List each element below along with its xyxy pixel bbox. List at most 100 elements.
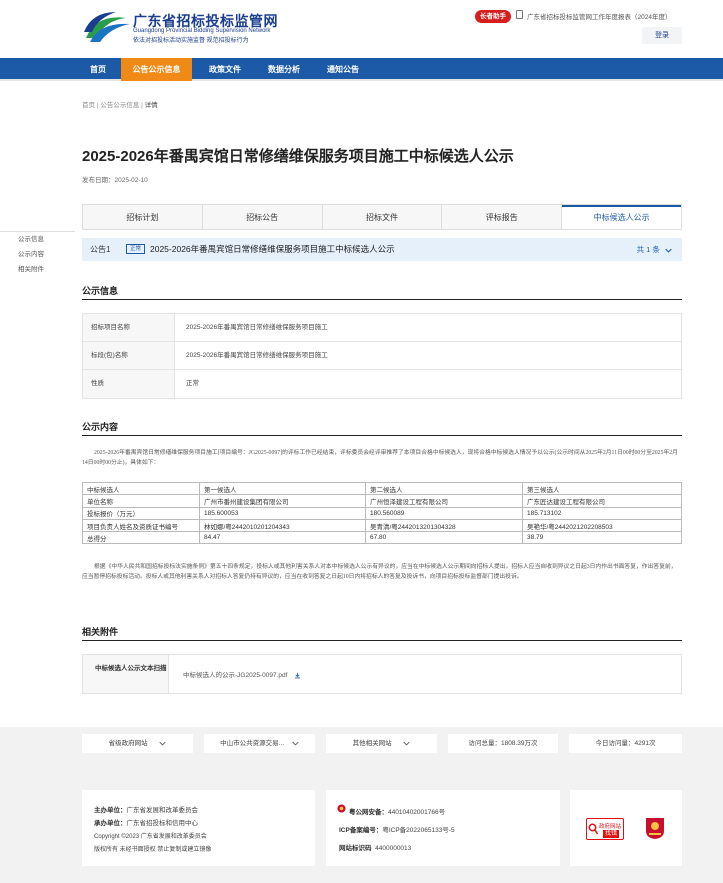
table-cell: 项目负责人姓名及资质证书编号	[82, 518, 200, 533]
tab-evaluation-report[interactable]: 评标报告	[442, 205, 563, 229]
icp-line[interactable]: ICP备案编号：粤ICP备2022065133号-5	[339, 824, 455, 834]
site-id-label: 网站标识码	[339, 845, 372, 852]
nav-item-announcements[interactable]: 公告公示信息	[121, 58, 192, 81]
section-anchor-nav: 公示信息 公示内容 相关附件	[0, 231, 75, 277]
table-cell: 广东匠达建设工程有限公司	[522, 494, 682, 508]
table-cell: 185.600053	[199, 506, 366, 520]
table-cell: 67.80	[365, 531, 523, 545]
download-icon[interactable]	[294, 672, 301, 679]
table-row: 标段(包)名称 2025-2026年番禺宾馆日常修缮维保服务项目施工	[83, 342, 681, 370]
content-intro-paragraph: 2025-2026年番禺宾馆日常修缮维保服务项目施工[项目编号：JG2025-0…	[82, 450, 678, 466]
copyright: Copyright ©2023 广东省发展和改革委员会	[94, 834, 207, 840]
table-row: 招标项目名称 2025-2026年番禺宾馆日常修缮维保服务项目施工	[83, 314, 681, 342]
police-value: 44010402001766号	[388, 809, 446, 816]
breadcrumb-home[interactable]: 首页	[82, 102, 95, 109]
other-sites-select[interactable]: 其他相关网站	[326, 734, 437, 753]
table-header-cell: 第三候选人	[522, 481, 682, 496]
police-label: 粤公网安备：	[349, 809, 388, 816]
breadcrumb-current: 详情	[144, 102, 158, 109]
footer-badges-box: 政府网站 找错	[570, 790, 682, 866]
bulletin-selector[interactable]: 公告1 正常 2025-2026年番禺宾馆日常修缮维保服务项目施工中标候选人公示…	[82, 238, 682, 261]
section-title-attachments: 相关附件	[82, 627, 119, 637]
site-logo-icon[interactable]	[82, 8, 132, 48]
gov-badge-label-2: 找错	[603, 830, 620, 838]
info-value: 正常	[186, 380, 199, 387]
table-header-cell: 第一候选人	[199, 481, 366, 496]
status-badge: 正常	[126, 244, 146, 254]
chevron-down-icon	[403, 741, 411, 746]
table-row: 项目负责人姓名及资质证书编号 林如娜/粤2442010201204343 吴青清…	[82, 518, 682, 533]
police-line[interactable]: 粤公网安备：44010402001766号	[349, 806, 445, 816]
table-row: 投标报价（万元） 185.600053 180.560089 185.71310…	[82, 506, 682, 520]
police-emblem-icon	[337, 804, 346, 813]
table-cell: 投标报价（万元）	[82, 506, 200, 520]
table-cell: 180.560089	[365, 506, 523, 520]
tab-bidding-plan[interactable]: 招标计划	[83, 205, 203, 229]
section-divider	[82, 435, 682, 436]
publish-date: 发布日期：2025-02-10	[82, 177, 148, 184]
today-visits: 今日访问量：4291次	[569, 734, 682, 753]
total-visits: 访问总量：1808.39万次	[448, 734, 558, 753]
main-nav: 首页 公告公示信息 政策文件 数据分析 通知公告	[0, 58, 723, 81]
bulletin-count[interactable]: 共 1 条	[637, 238, 672, 261]
attachment-row: 中标候选人公示文本扫描 中标候选人的公示-JG2025-0097.pdf	[82, 654, 682, 694]
tab-candidate-publicity[interactable]: 中标候选人公示	[562, 205, 681, 229]
chevron-down-icon	[159, 741, 167, 746]
nav-item-analysis[interactable]: 数据分析	[258, 58, 310, 81]
tab-bidding-documents[interactable]: 招标文件	[323, 205, 443, 229]
host-value: 广东省发展和改革委员会	[126, 807, 199, 814]
table-cell: 吴艳华/粤2442021202208503	[522, 518, 682, 533]
info-label: 性质	[83, 370, 175, 398]
site-id-line: 网站标识码 4400000013	[339, 842, 411, 852]
host-label: 主办单位：	[94, 807, 127, 814]
table-cell: 林如娜/粤2442010201204343	[199, 518, 366, 533]
nav-item-notices[interactable]: 通知公告	[317, 58, 369, 81]
table-cell: 84.47	[199, 531, 366, 545]
page-title: 2025-2026年番禺宾馆日常修缮维保服务项目施工中标候选人公示	[82, 148, 514, 165]
provincial-sites-select[interactable]: 省级政府网站	[82, 734, 193, 753]
info-label: 招标项目名称	[83, 314, 175, 341]
table-header-row: 中标候选人 第一候选人 第二候选人 第三候选人	[82, 481, 682, 496]
nav-item-home[interactable]: 首页	[82, 58, 114, 81]
breadcrumb: 首页 | 公告公示信息 | 详情	[82, 99, 158, 109]
section-title-content: 公示内容	[82, 422, 119, 432]
table-cell: 38.79	[522, 531, 682, 545]
party-emblem-icon[interactable]	[644, 816, 666, 840]
select-label: 中山市公共资源交易...	[220, 740, 285, 747]
attachment-file-name: 中标候选人的公示-JG2025-0097.pdf	[183, 672, 288, 679]
attachment-file-link[interactable]: 中标候选人的公示-JG2025-0097.pdf	[183, 669, 301, 679]
table-cell: 吴青清/粤2442013201304328	[365, 518, 523, 533]
table-cell: 广州市番州建设集团有限公司	[199, 494, 366, 508]
table-header-cell: 中标候选人	[82, 481, 200, 496]
breadcrumb-announcements[interactable]: 公告公示信息	[100, 102, 139, 109]
stage-tabs: 招标计划 招标公告 招标文件 评标报告 中标候选人公示	[82, 204, 682, 230]
nav-item-policy[interactable]: 政策文件	[199, 58, 251, 81]
content-legal-paragraph: 根据《中华人民共和国招标投标法实施条例》第五十四条规定，投标人或其他利害关系人对…	[82, 564, 677, 580]
login-button[interactable]: 登录	[642, 27, 682, 44]
bulletin-number: 公告1	[90, 245, 111, 254]
city-sites-select[interactable]: 中山市公共资源交易...	[204, 734, 315, 753]
site-header: 广东省招标投标监管网 Guangdong Provincial Bidding …	[0, 0, 723, 56]
icp-value: 粤ICP备2022065133号-5	[382, 827, 455, 834]
document-icon	[516, 10, 523, 19]
tab-bidding-notice[interactable]: 招标公告	[203, 205, 323, 229]
site-id-value: 4400000013	[375, 845, 412, 852]
anchor-attachments[interactable]: 相关附件	[0, 262, 75, 277]
elder-mode-button[interactable]: 长者助手	[475, 10, 511, 23]
anchor-info[interactable]: 公示信息	[0, 232, 75, 247]
bulletin-count-label: 共 1 条	[636, 245, 660, 254]
table-cell: 总得分	[82, 531, 200, 545]
table-cell: 185.713102	[522, 506, 682, 520]
info-value: 2025-2026年番禺宾馆日常修缮维保服务项目施工	[186, 324, 328, 331]
info-label: 标段(包)名称	[83, 342, 175, 369]
section-divider	[82, 299, 682, 300]
gov-website-error-badge[interactable]: 政府网站 找错	[586, 818, 624, 840]
section-divider	[82, 640, 682, 641]
table-row: 性质 正常	[83, 370, 681, 398]
anchor-content[interactable]: 公示内容	[0, 247, 75, 262]
annual-report-link[interactable]: 广东省招标投标监管网工作年度报表（2024年度）	[527, 11, 671, 21]
select-label: 其他相关网站	[352, 740, 392, 747]
info-table: 招标项目名称 2025-2026年番禺宾馆日常修缮维保服务项目施工 标段(包)名…	[82, 313, 682, 399]
table-cell: 广州恒泽建设工程有限公司	[365, 494, 523, 508]
candidates-table: 中标候选人 第一候选人 第二候选人 第三候选人 单位名称 广州市番州建设集团有限…	[82, 481, 682, 545]
